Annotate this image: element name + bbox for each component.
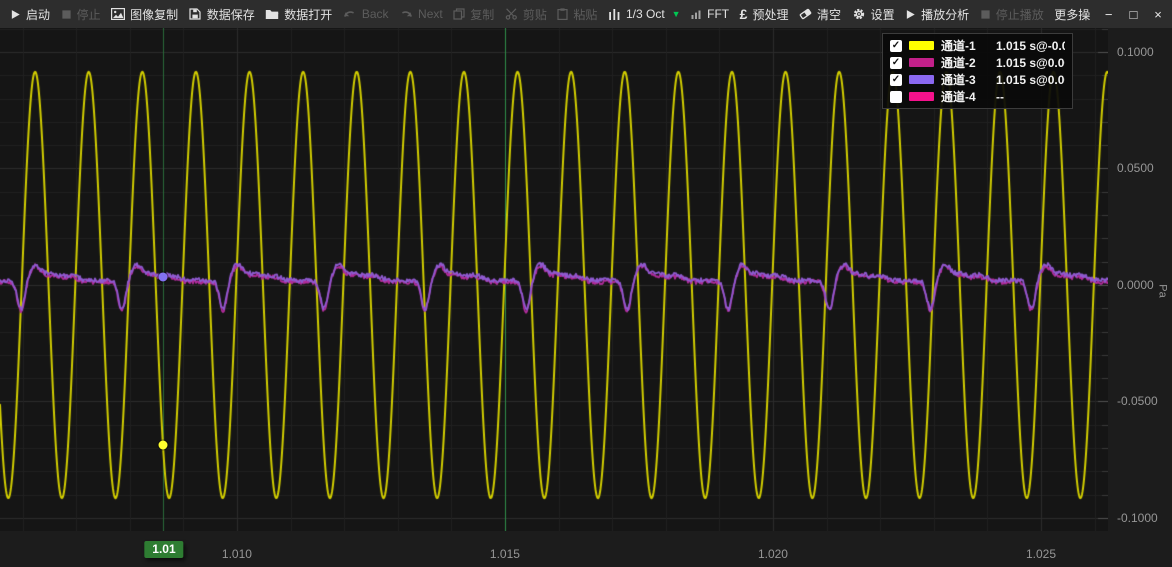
gear-icon (852, 7, 866, 21)
y-tick-label: -0.0500 (1117, 394, 1158, 408)
close-button[interactable]: × (1154, 7, 1162, 22)
toolbar: 启动 停止 图像复制 数据保存 数据打开 Back Next 复制 剪贴 粘贴 1/3 Oct ▼ FF… (0, 0, 1172, 28)
toolbar-item-label: 数据打开 (284, 6, 332, 23)
next-button: Next (399, 7, 443, 21)
clear-button[interactable]: 清空 (799, 6, 841, 23)
legend-channel-label: 通道-3 (941, 71, 989, 88)
toolbar-item-label: 数据保存 (207, 6, 255, 23)
redo-icon (399, 9, 413, 19)
legend-row-channel-1[interactable]: ✓ 通道-1 1.015 s@-0.024 P (883, 37, 1072, 54)
scissors-icon (505, 8, 518, 20)
stop-icon (980, 9, 991, 20)
toolbar-item-label: 播放分析 (921, 6, 969, 23)
fft-icon (691, 10, 702, 19)
toolbar-item-label: Next (418, 7, 443, 21)
legend-channel-label: 通道-4 (941, 88, 989, 105)
play-analysis-button[interactable]: 播放分析 (905, 6, 969, 23)
x-tick-label: 1.010 (222, 547, 252, 561)
channel-2-color-swatch (909, 58, 934, 67)
minimize-button[interactable]: − (1105, 7, 1113, 22)
dropdown-arrow-icon: ▼ (672, 9, 681, 19)
stop-button: 停止 (61, 6, 101, 23)
clipboard-icon (557, 8, 568, 20)
legend-panel: ✓ 通道-1 1.015 s@-0.024 P ✓ 通道-2 1.015 s@0.002 … (882, 33, 1073, 109)
octave-selector-button[interactable]: 1/3 Oct ▼ (608, 7, 681, 21)
more-actions-button[interactable]: 更多操 (1054, 6, 1090, 23)
legend-channel-label: 通道-2 (941, 54, 989, 71)
toolbar-item-label: 预处理 (752, 6, 788, 23)
legend-row-channel-3[interactable]: ✓ 通道-3 1.015 s@0.002 Pa (883, 71, 1072, 88)
toolbar-item-label: 停止播放 (996, 6, 1044, 23)
data-save-button[interactable]: 数据保存 (189, 6, 255, 23)
start-button[interactable]: 启动 (10, 6, 50, 23)
stop-icon (61, 9, 72, 20)
bars-icon (608, 8, 621, 21)
maximize-button[interactable]: □ (1129, 7, 1137, 22)
y-tick-label: 0.0000 (1117, 278, 1154, 292)
legend-channel-label: 通道-1 (941, 37, 989, 54)
back-button: Back (343, 7, 389, 21)
x-tick-label: 1.020 (758, 547, 788, 561)
toolbar-item-label: 剪贴 (523, 6, 547, 23)
toolbar-item-label: 停止 (77, 6, 101, 23)
data-open-button[interactable]: 数据打开 (265, 6, 332, 23)
toolbar-item-label: FFT (707, 7, 729, 21)
toolbar-item-label: 复制 (470, 6, 494, 23)
toolbar-item-label: 粘贴 (573, 6, 597, 23)
toolbar-item-label: Back (362, 7, 389, 21)
legend-row-channel-2[interactable]: ✓ 通道-2 1.015 s@0.002 Pa (883, 54, 1072, 71)
cursor-dot-通道-3[interactable] (158, 273, 167, 282)
channel-1-color-swatch (909, 41, 934, 50)
channel-3-color-swatch (909, 75, 934, 84)
play-icon (10, 9, 21, 20)
toolbar-item-label: 设置 (871, 6, 895, 23)
save-icon (189, 8, 202, 20)
clear-icon (799, 8, 812, 20)
image-icon (111, 8, 125, 20)
toolbar-item-label: 更多操 (1054, 6, 1090, 23)
y-tick-label: 0.1000 (1117, 45, 1154, 59)
x-tick-label: 1.015 (490, 547, 520, 561)
fft-button[interactable]: FFT (691, 7, 729, 21)
legend-row-channel-4[interactable]: 通道-4 -- (883, 88, 1072, 105)
y-tick-label: 0.0500 (1117, 161, 1154, 175)
image-copy-button[interactable]: 图像复制 (111, 6, 178, 23)
folder-icon (265, 8, 279, 20)
toolbar-item-label: 1/3 Oct (626, 7, 665, 21)
settings-button[interactable]: 设置 (852, 6, 895, 23)
toolbar-item-label: 图像复制 (130, 6, 178, 23)
legend-channel-readout: 1.015 s@-0.024 P (996, 39, 1065, 53)
copy-button: 复制 (453, 6, 494, 23)
toolbar-item-label: 启动 (26, 6, 50, 23)
y-axis: Pa 0.1000 0.0500 0.0000 -0.0500 -0.1000 (1108, 28, 1172, 531)
y-tick-label: -0.1000 (1117, 511, 1158, 525)
cursor-dot-通道-1[interactable] (158, 440, 167, 449)
channel-3-checkbox[interactable]: ✓ (890, 74, 902, 86)
channel-2-checkbox[interactable]: ✓ (890, 57, 902, 69)
pound-icon: £ (740, 7, 748, 21)
undo-icon (343, 9, 357, 19)
toolbar-item-label: 清空 (817, 6, 841, 23)
app-window: 启动 停止 图像复制 数据保存 数据打开 Back Next 复制 剪贴 粘贴 1/3 Oct ▼ FF… (0, 0, 1172, 567)
legend-channel-readout: 1.015 s@0.002 Pa (996, 73, 1065, 87)
cut-button: 剪贴 (505, 6, 547, 23)
paste-button: 粘贴 (557, 6, 597, 23)
y-axis-unit: Pa (1157, 284, 1169, 297)
preprocess-button[interactable]: £ 预处理 (740, 6, 789, 23)
cursor-time-badge[interactable]: 1.01 (144, 541, 183, 558)
legend-channel-readout: 1.015 s@0.002 Pa (996, 56, 1065, 70)
channel-1-checkbox[interactable]: ✓ (890, 40, 902, 52)
x-tick-label: 1.025 (1026, 547, 1056, 561)
window-controls: − □ × (1105, 7, 1162, 22)
copy-icon (453, 8, 465, 20)
play-icon (905, 9, 916, 20)
stop-playback-button: 停止播放 (980, 6, 1044, 23)
channel-4-color-swatch (909, 92, 934, 101)
legend-channel-readout: -- (996, 90, 1004, 104)
channel-4-checkbox[interactable] (890, 91, 902, 103)
